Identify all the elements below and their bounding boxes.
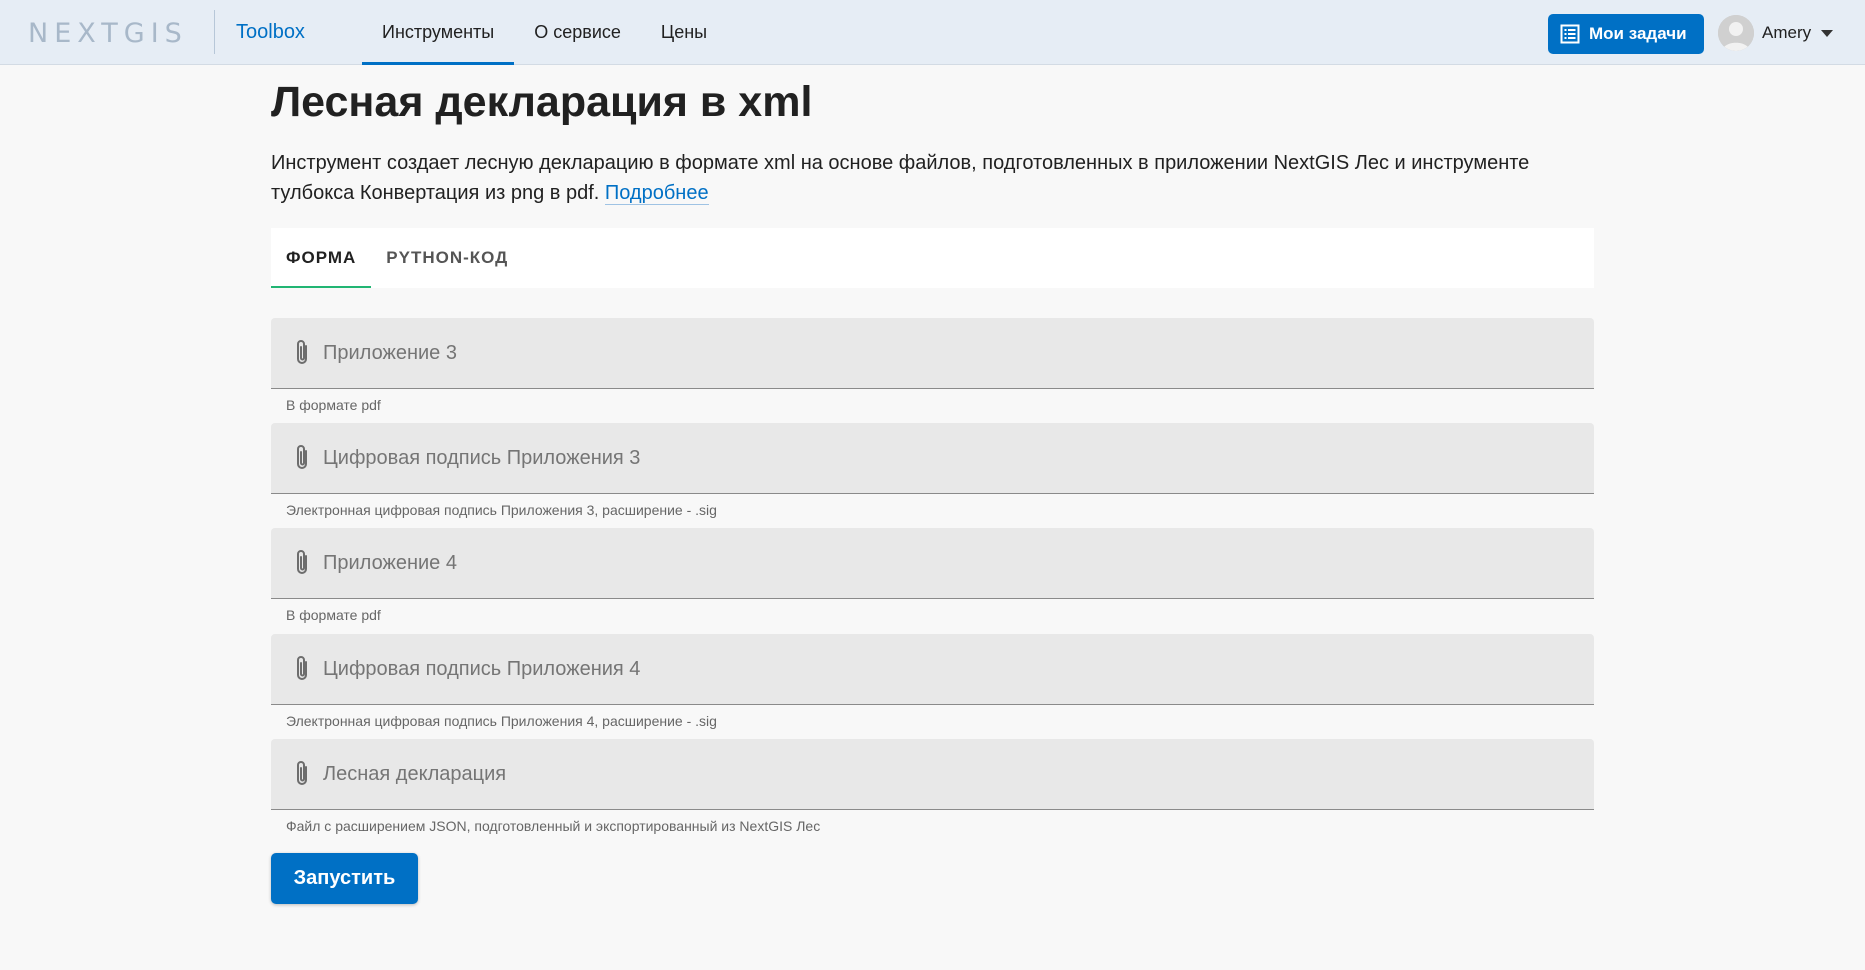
page-title: Лесная декларация в xml	[271, 78, 813, 126]
field-hint: В формате pdf	[286, 397, 381, 413]
field-label: Цифровая подпись Приложения 3	[323, 446, 641, 469]
run-button[interactable]: Запустить	[271, 853, 418, 904]
paperclip-icon	[297, 761, 307, 785]
field-label: Лесная декларация	[323, 762, 507, 785]
file-field-signature-appendix-4[interactable]: Цифровая подпись Приложения 4	[271, 634, 1594, 705]
intro-text: Инструмент создает лесную декларацию в ф…	[271, 152, 1530, 204]
paperclip-icon	[297, 550, 307, 574]
tabs-bar: ФОРМА PYTHON-КОД	[271, 228, 1594, 288]
file-field-forest-declaration[interactable]: Лесная декларация	[271, 739, 1594, 810]
more-info-link[interactable]: Подробнее	[604, 182, 709, 205]
list-icon	[1560, 24, 1580, 44]
top-header: NEXTGIS Toolbox Инструменты О сервисе Це…	[0, 0, 1865, 65]
tool-description: Инструмент создает лесную декларацию в ф…	[271, 148, 1601, 208]
product-name[interactable]: Toolbox	[236, 21, 305, 44]
nav-item-prices[interactable]: Цены	[641, 0, 727, 65]
paperclip-icon	[297, 656, 307, 680]
field-label: Цифровая подпись Приложения 4	[323, 657, 641, 680]
nextgis-logo[interactable]: NEXTGIS	[28, 18, 188, 49]
my-tasks-label: Мои задачи	[1589, 24, 1687, 43]
nav-item-about[interactable]: О сервисе	[514, 0, 641, 65]
user-name: Amery	[1762, 23, 1812, 42]
my-tasks-button[interactable]: Мои задачи	[1548, 14, 1704, 54]
field-label: Приложение 3	[323, 341, 457, 364]
field-hint: В формате pdf	[286, 607, 381, 623]
logo-divider	[214, 10, 215, 54]
main-nav: Инструменты О сервисе Цены	[362, 0, 727, 65]
field-label: Приложение 4	[323, 551, 457, 574]
user-avatar-icon	[1718, 15, 1754, 51]
field-hint: Файл с расширением JSON, подготовленный …	[286, 818, 821, 834]
file-field-appendix-4[interactable]: Приложение 4	[271, 528, 1594, 599]
file-field-signature-appendix-3[interactable]: Цифровая подпись Приложения 3	[271, 423, 1594, 494]
caret-down-icon	[1821, 29, 1834, 37]
tab-form[interactable]: ФОРМА	[271, 228, 372, 288]
field-hint: Электронная цифровая подпись Приложения …	[286, 502, 717, 518]
file-field-appendix-3[interactable]: Приложение 3	[271, 318, 1594, 389]
field-hint: Электронная цифровая подпись Приложения …	[286, 713, 717, 729]
paperclip-icon	[297, 445, 307, 469]
user-menu[interactable]: Amery	[1718, 15, 1834, 51]
paperclip-icon	[297, 340, 307, 364]
tab-python-code[interactable]: PYTHON-КОД	[371, 228, 523, 288]
nav-item-tools[interactable]: Инструменты	[362, 0, 515, 65]
